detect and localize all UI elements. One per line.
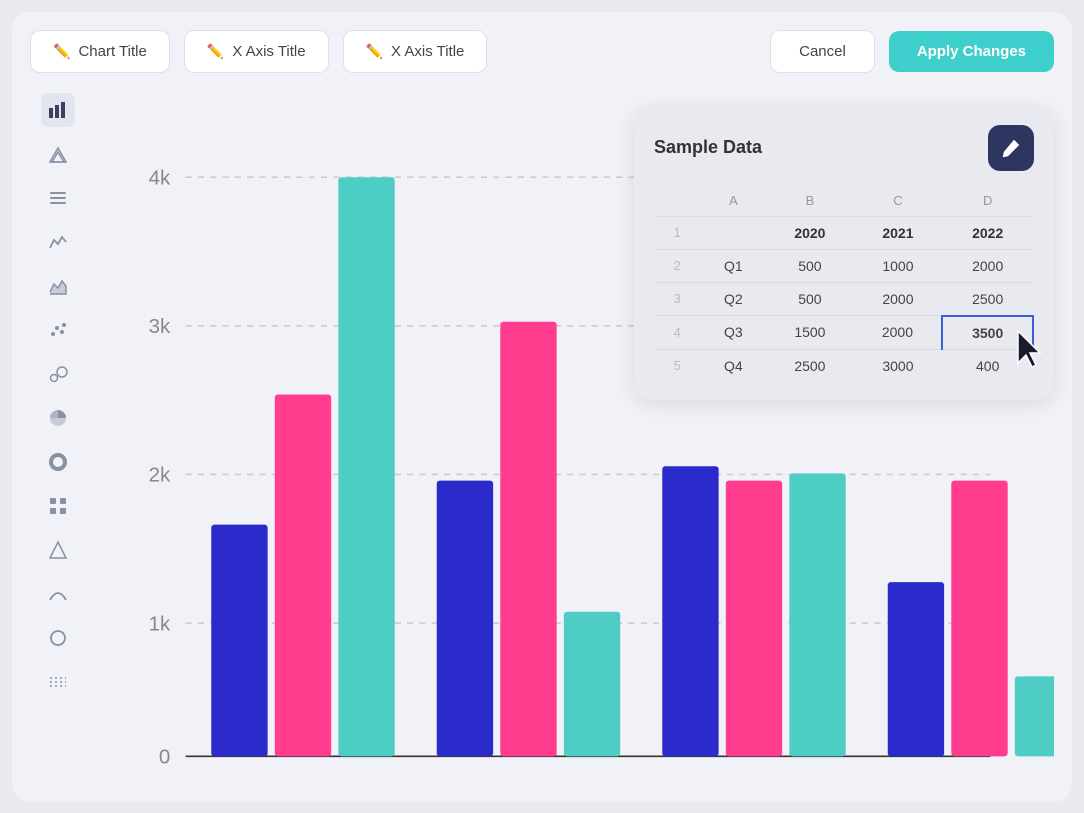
table-row: 2Q150010002000 xyxy=(654,249,1033,282)
sample-data-header: Sample Data xyxy=(654,125,1034,171)
main-container: ✏️ Chart Title ✏️ X Axis Title ✏️ X Axis… xyxy=(12,12,1072,802)
sidebar-icon-triangle[interactable] xyxy=(41,533,75,567)
cell-4-4[interactable]: 400 xyxy=(942,349,1033,382)
bar-q4-2022 xyxy=(1015,676,1054,756)
sidebar-icon-bar-chart[interactable] xyxy=(41,93,75,127)
sidebar-icon-pie[interactable] xyxy=(41,401,75,435)
col-header-a: A xyxy=(700,185,766,217)
col-header-b: B xyxy=(766,185,853,217)
x-axis-title-label-1: X Axis Title xyxy=(232,43,305,60)
cancel-label: Cancel xyxy=(799,43,846,60)
table-row: 3Q250020002500 xyxy=(654,282,1033,316)
bar-q2-2022 xyxy=(564,611,620,756)
toolbar: ✏️ Chart Title ✏️ X Axis Title ✏️ X Axis… xyxy=(30,30,1054,73)
bar-q1-2020 xyxy=(211,524,267,756)
cell-0-4: 2022 xyxy=(942,216,1033,249)
cell-0-3: 2021 xyxy=(854,216,943,249)
cell-4-3[interactable]: 3000 xyxy=(854,349,943,382)
cell-3-4[interactable]: 3500 xyxy=(942,316,1033,350)
cell-2-3[interactable]: 2000 xyxy=(854,282,943,316)
bar-q1-2021 xyxy=(275,394,331,756)
sidebar-icon-arc[interactable] xyxy=(41,577,75,611)
sidebar-icon-dots[interactable] xyxy=(41,665,75,699)
cell-4-1[interactable]: Q4 xyxy=(700,349,766,382)
cell-1-1[interactable]: Q1 xyxy=(700,249,766,282)
bar-q2-2020 xyxy=(437,480,493,756)
sidebar-icon-list[interactable] xyxy=(41,181,75,215)
sample-data-panel: Sample Data A B C D xyxy=(634,107,1054,400)
x-axis-title-button-2[interactable]: ✏️ X Axis Title xyxy=(343,30,488,73)
chart-area: 4k 3k 2k 1k 0 xyxy=(86,87,1054,784)
col-header-c: C xyxy=(854,185,943,217)
cell-4-0: 5 xyxy=(654,349,700,382)
pencil-icon-xaxis2: ✏️ xyxy=(366,43,383,60)
sidebar-icon-line[interactable] xyxy=(41,225,75,259)
svg-text:Q3: Q3 xyxy=(739,779,769,784)
svg-text:0: 0 xyxy=(159,745,170,768)
cell-4-2[interactable]: 2500 xyxy=(766,349,853,382)
bar-q3-2021 xyxy=(726,480,782,756)
svg-text:1k: 1k xyxy=(149,612,171,635)
table-row: 5Q425003000400 xyxy=(654,349,1033,382)
svg-text:Q2: Q2 xyxy=(514,779,544,784)
cell-2-0: 3 xyxy=(654,282,700,316)
svg-text:4k: 4k xyxy=(149,166,171,189)
cell-1-3[interactable]: 1000 xyxy=(854,249,943,282)
bar-q3-2022 xyxy=(789,473,845,756)
edit-data-button[interactable] xyxy=(988,125,1034,171)
sample-data-table: A B C D 12020202120222Q1500100020003Q250… xyxy=(654,185,1034,382)
sidebar-icon-grid[interactable] xyxy=(41,489,75,523)
cell-1-4[interactable]: 2000 xyxy=(942,249,1033,282)
cancel-button[interactable]: Cancel xyxy=(770,30,875,73)
svg-text:Q1: Q1 xyxy=(291,779,321,784)
table-header-row: A B C D xyxy=(654,185,1033,217)
table-row: 4Q3150020003500 xyxy=(654,316,1033,350)
apply-changes-label: Apply Changes xyxy=(917,43,1026,60)
pencil-icon-chart: ✏️ xyxy=(53,43,70,60)
svg-text:Q4: Q4 xyxy=(965,779,995,784)
cell-2-4[interactable]: 2500 xyxy=(942,282,1033,316)
sidebar-icon-mountain[interactable] xyxy=(41,137,75,171)
bar-q1-2022 xyxy=(338,177,394,756)
cell-1-0: 2 xyxy=(654,249,700,282)
cell-3-0: 4 xyxy=(654,316,700,350)
cell-3-1[interactable]: Q3 xyxy=(700,316,766,350)
sidebar-icon-bubble[interactable] xyxy=(41,357,75,391)
col-header-d: D xyxy=(942,185,1033,217)
cell-0-2: 2020 xyxy=(766,216,853,249)
sample-data-title: Sample Data xyxy=(654,137,762,158)
sidebar xyxy=(30,87,86,784)
cell-2-2[interactable]: 500 xyxy=(766,282,853,316)
sidebar-icon-circle[interactable] xyxy=(41,621,75,655)
bar-q4-2020 xyxy=(888,582,944,756)
sidebar-icon-scatter[interactable] xyxy=(41,313,75,347)
svg-text:2k: 2k xyxy=(149,463,171,486)
cell-2-1[interactable]: Q2 xyxy=(700,282,766,316)
x-axis-title-label-2: X Axis Title xyxy=(391,43,464,60)
svg-text:3k: 3k xyxy=(149,315,171,338)
col-header-empty xyxy=(654,185,700,217)
bar-q4-2021 xyxy=(951,480,1007,756)
table-row: 1 202020212022 xyxy=(654,216,1033,249)
chart-title-button[interactable]: ✏️ Chart Title xyxy=(30,30,170,73)
content-area: 4k 3k 2k 1k 0 xyxy=(30,87,1054,784)
cell-3-3[interactable]: 2000 xyxy=(854,316,943,350)
cell-1-2[interactable]: 500 xyxy=(766,249,853,282)
x-axis-title-button-1[interactable]: ✏️ X Axis Title xyxy=(184,30,329,73)
bar-q3-2020 xyxy=(662,466,718,756)
sidebar-icon-area[interactable] xyxy=(41,269,75,303)
cell-0-0: 1 xyxy=(654,216,700,249)
cell-0-1 xyxy=(700,216,766,249)
chart-title-label: Chart Title xyxy=(78,43,146,60)
bar-q2-2021 xyxy=(500,321,556,756)
cell-3-2[interactable]: 1500 xyxy=(766,316,853,350)
pencil-icon-xaxis1: ✏️ xyxy=(207,43,224,60)
apply-changes-button[interactable]: Apply Changes xyxy=(889,31,1054,72)
sidebar-icon-donut[interactable] xyxy=(41,445,75,479)
